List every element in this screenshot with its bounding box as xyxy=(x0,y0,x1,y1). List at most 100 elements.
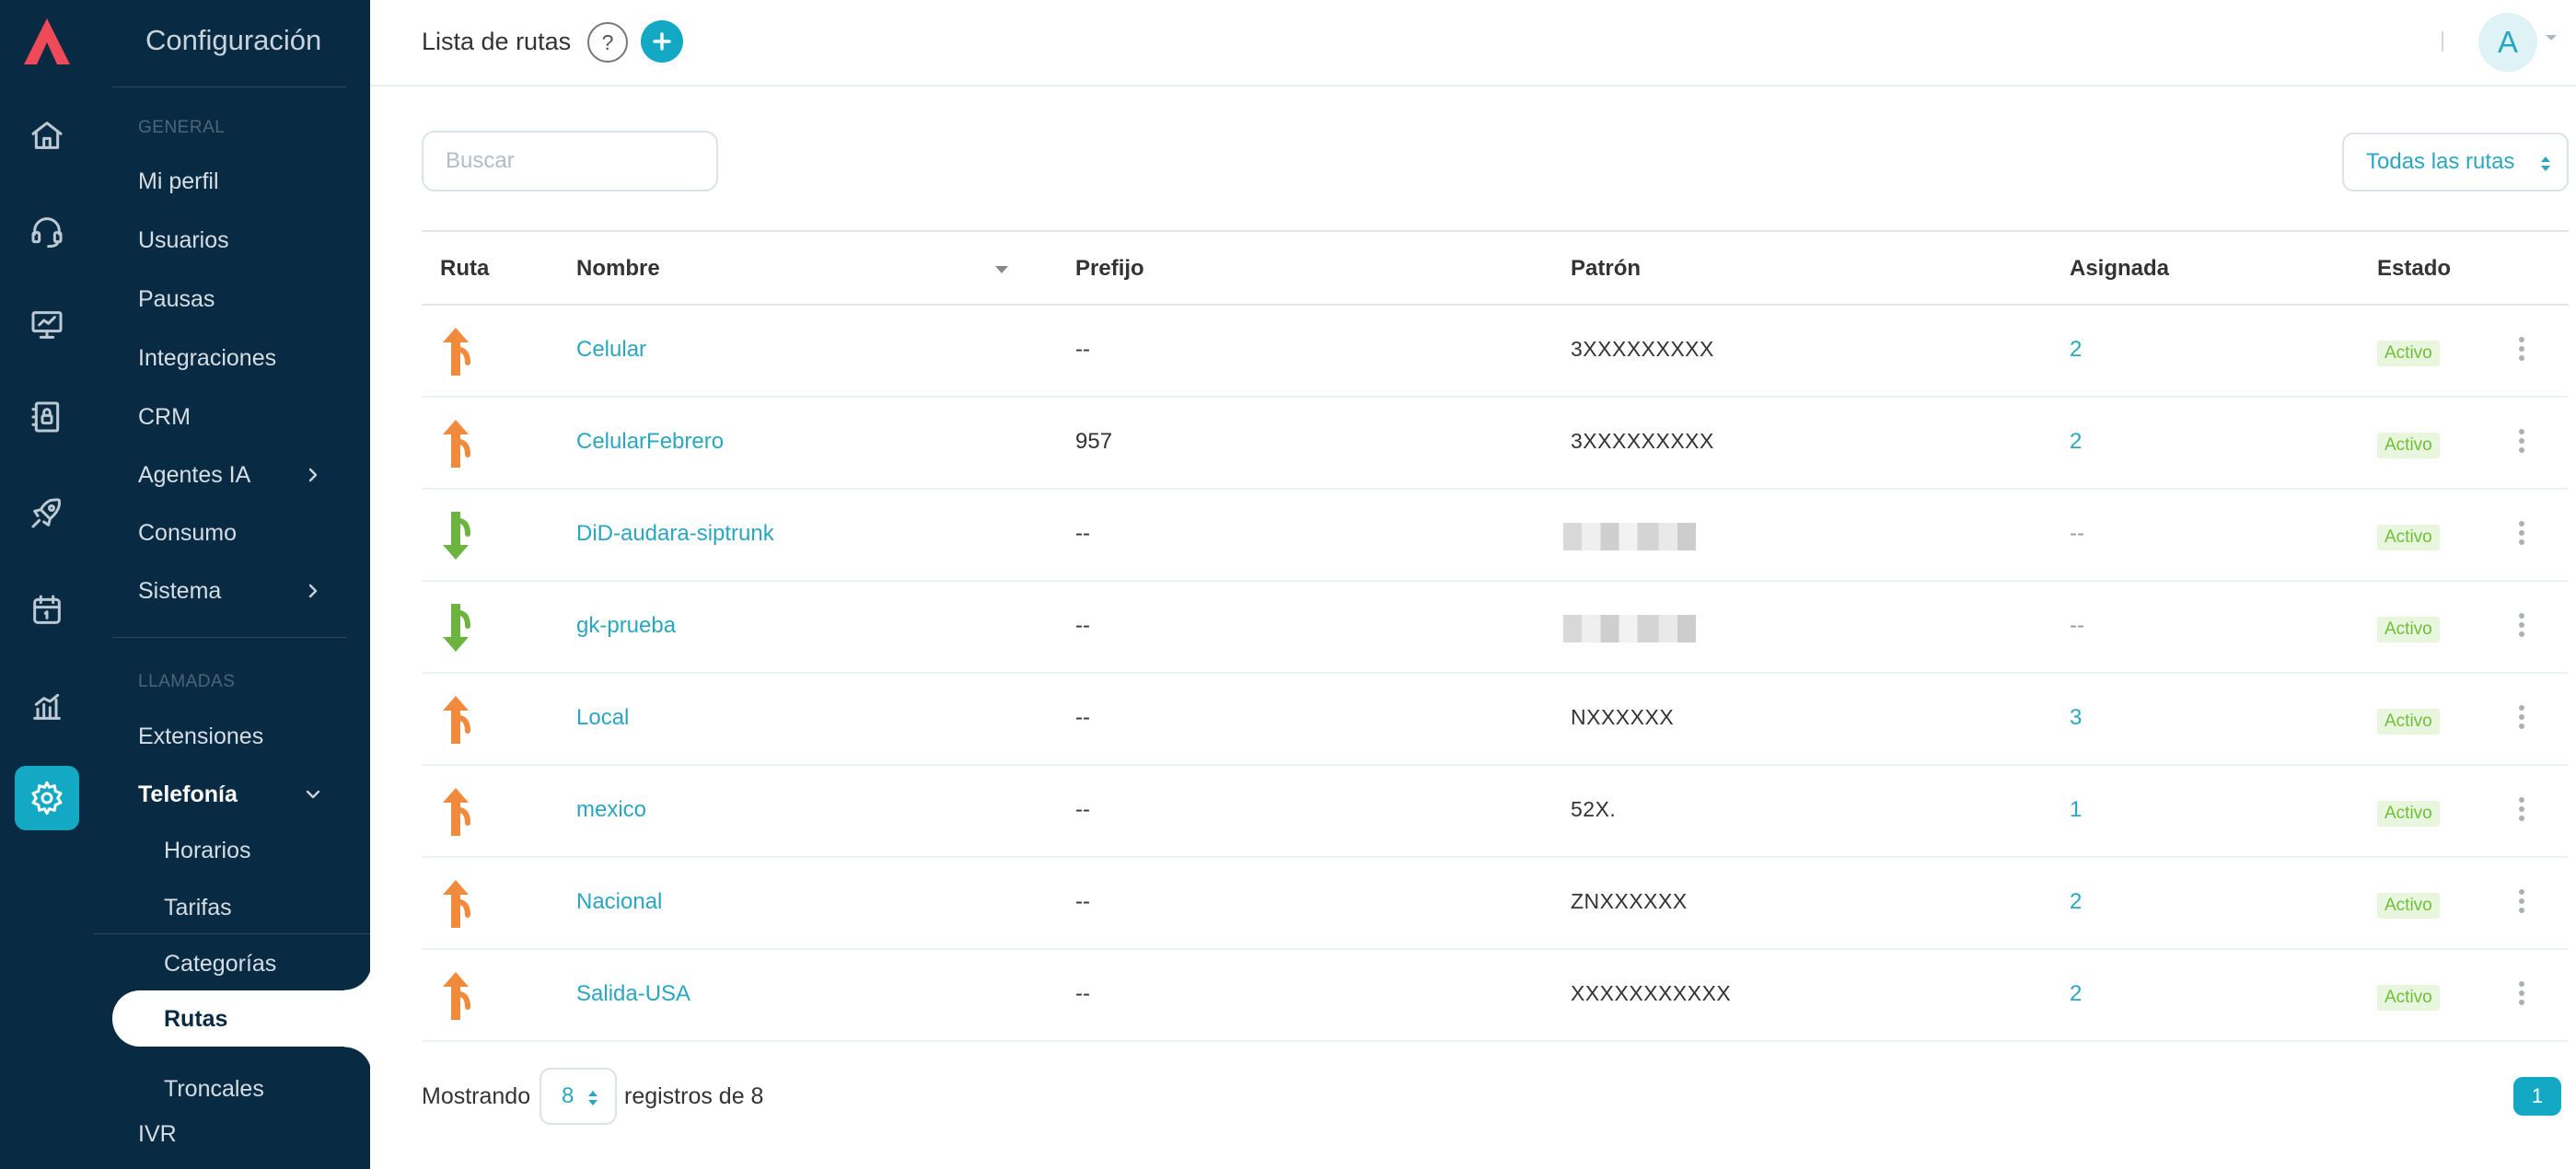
column-nombre[interactable]: Nombre xyxy=(576,256,660,282)
route-name-link[interactable]: Local xyxy=(576,705,629,731)
outbound-route-icon xyxy=(440,694,471,746)
route-name-link[interactable]: gk-prueba xyxy=(576,613,676,639)
table-row[interactable]: Celular -- 3XXXXXXXXX 2 Activo xyxy=(422,306,2569,398)
chevron-right-icon[interactable] xyxy=(304,466,322,484)
sidebar-item-agentes-ia[interactable]: Agentes IA xyxy=(138,462,250,489)
route-name-link[interactable]: CelularFebrero xyxy=(576,429,724,455)
table-row[interactable]: mexico -- 52X. 1 Activo xyxy=(422,766,2569,858)
more-options-icon[interactable] xyxy=(2517,981,2526,1009)
sidebar-item-consumo[interactable]: Consumo xyxy=(138,520,237,547)
divider xyxy=(2442,31,2443,52)
more-options-icon[interactable] xyxy=(2517,521,2526,549)
chevron-down-icon[interactable] xyxy=(304,785,322,804)
route-pattern: XXXXXXXXXXX xyxy=(1571,981,1732,1005)
help-button[interactable]: ? xyxy=(587,22,628,63)
sidebar-subitem-troncales[interactable]: Troncales xyxy=(164,1076,264,1103)
route-pattern: 3XXXXXXXXX xyxy=(1571,429,1714,453)
status-badge: Activo xyxy=(2377,985,2440,1011)
sidebar-item-extensiones[interactable]: Extensiones xyxy=(138,723,263,750)
outbound-route-icon xyxy=(440,418,471,469)
status-badge: Activo xyxy=(2377,525,2440,550)
outbound-route-icon xyxy=(440,878,471,930)
page-size-select[interactable]: 8 xyxy=(540,1068,617,1125)
inbound-route-icon xyxy=(440,510,471,561)
outbound-route-icon xyxy=(440,970,471,1022)
outbound-route-icon xyxy=(440,786,471,838)
sidebar-item-ivr[interactable]: IVR xyxy=(138,1121,177,1148)
calendar-icon[interactable] xyxy=(15,578,79,642)
section-llamadas: LLAMADAS xyxy=(138,672,236,691)
sidebar-item-integraciones[interactable]: Integraciones xyxy=(138,345,276,372)
sort-desc-icon[interactable] xyxy=(994,265,1009,274)
divider xyxy=(112,637,346,638)
sidebar-item-usuarios[interactable]: Usuarios xyxy=(138,227,229,254)
caret-down-icon[interactable] xyxy=(2545,33,2558,42)
route-assigned[interactable]: 1 xyxy=(2070,797,2082,823)
more-options-icon[interactable] xyxy=(2517,429,2526,457)
divider xyxy=(94,933,370,934)
route-assigned[interactable]: 2 xyxy=(2070,337,2082,363)
inbound-route-icon xyxy=(440,602,471,654)
route-prefix: -- xyxy=(1075,981,1090,1006)
search-input[interactable] xyxy=(422,131,718,191)
route-name-link[interactable]: DiD-audara-siptrunk xyxy=(576,521,774,547)
route-name-link[interactable]: Nacional xyxy=(576,889,662,915)
headset-icon[interactable] xyxy=(15,199,79,263)
sidebar-subitem-horarios[interactable]: Horarios xyxy=(164,838,250,864)
table-row[interactable]: CelularFebrero 957 3XXXXXXXXX 2 Activo xyxy=(422,398,2569,490)
home-icon[interactable] xyxy=(15,103,79,168)
page-1-button[interactable]: 1 xyxy=(2513,1077,2561,1116)
rocket-icon[interactable] xyxy=(15,480,79,545)
table-row[interactable]: Salida-USA -- XXXXXXXXXXX 2 Activo xyxy=(422,950,2569,1042)
table-row[interactable]: gk-prueba -- -- Activo xyxy=(422,582,2569,674)
route-prefix: -- xyxy=(1075,337,1090,362)
table-row[interactable]: Local -- NXXXXXX 3 Activo xyxy=(422,674,2569,766)
status-badge: Activo xyxy=(2377,709,2440,735)
route-prefix: -- xyxy=(1075,521,1090,546)
route-assigned: -- xyxy=(2070,613,2084,638)
pagination-bar: Mostrando 8 registros de 8 1 xyxy=(422,1068,2569,1125)
monitor-icon[interactable] xyxy=(15,293,79,357)
route-pattern: 3XXXXXXXXX xyxy=(1571,337,1714,361)
route-prefix: -- xyxy=(1075,797,1090,822)
chevron-right-icon[interactable] xyxy=(304,582,322,600)
more-options-icon[interactable] xyxy=(2517,337,2526,365)
route-assigned[interactable]: 2 xyxy=(2070,889,2082,915)
gear-icon[interactable] xyxy=(15,766,79,830)
sidebar-item-pausas[interactable]: Pausas xyxy=(138,286,215,313)
sidebar-subitem-tarifas[interactable]: Tarifas xyxy=(164,895,232,921)
add-route-button[interactable] xyxy=(641,20,683,63)
redacted-pattern xyxy=(1563,615,1696,642)
route-prefix: -- xyxy=(1075,705,1090,730)
section-general: GENERAL xyxy=(138,118,226,137)
more-options-icon[interactable] xyxy=(2517,613,2526,641)
sidebar-item-sistema[interactable]: Sistema xyxy=(138,578,221,605)
sidebar-subitem-rutas[interactable]: Rutas xyxy=(164,1006,227,1033)
sidebar-subitem-categorias[interactable]: Categorías xyxy=(164,951,276,978)
chart-icon[interactable] xyxy=(15,674,79,738)
redacted-pattern xyxy=(1563,523,1696,550)
more-options-icon[interactable] xyxy=(2517,797,2526,825)
route-assigned[interactable]: 2 xyxy=(2070,981,2082,1007)
route-assigned[interactable]: 2 xyxy=(2070,429,2082,455)
more-options-icon[interactable] xyxy=(2517,889,2526,917)
avatar[interactable]: A xyxy=(2478,13,2537,72)
route-filter-select[interactable]: Todas las rutas xyxy=(2342,133,2569,191)
more-options-icon[interactable] xyxy=(2517,705,2526,733)
table-row[interactable]: DiD-audara-siptrunk -- -- Activo xyxy=(422,490,2569,582)
route-assigned: -- xyxy=(2070,521,2084,546)
route-name-link[interactable]: Salida-USA xyxy=(576,981,690,1007)
plus-icon xyxy=(653,32,671,51)
sidebar-item-crm[interactable]: CRM xyxy=(138,404,191,431)
route-assigned[interactable]: 3 xyxy=(2070,705,2082,731)
table-row[interactable]: Nacional -- ZNXXXXXX 2 Activo xyxy=(422,858,2569,950)
settings-sidebar: Configuración GENERAL Mi perfil Usuarios… xyxy=(94,0,372,1169)
route-name-link[interactable]: Celular xyxy=(576,337,646,363)
status-badge: Activo xyxy=(2377,893,2440,919)
sidebar-item-mi-perfil[interactable]: Mi perfil xyxy=(138,168,219,195)
top-bar: Lista de rutas ? A xyxy=(370,0,2576,87)
sidebar-item-telefonia[interactable]: Telefonía xyxy=(138,781,238,808)
phonebook-icon[interactable] xyxy=(15,385,79,449)
logo-icon[interactable] xyxy=(18,15,75,70)
route-name-link[interactable]: mexico xyxy=(576,797,646,823)
